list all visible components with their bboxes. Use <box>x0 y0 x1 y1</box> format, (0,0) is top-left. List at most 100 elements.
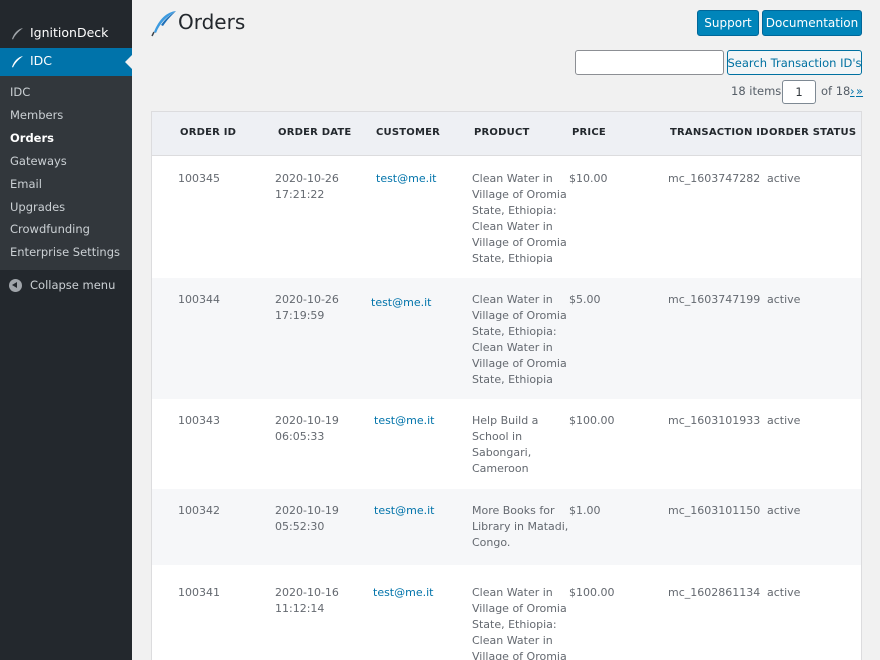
product-line: School in <box>472 430 523 443</box>
documentation-button[interactable]: Documentation <box>762 10 862 36</box>
product-line: Clean Water in <box>472 293 553 306</box>
current-page-input[interactable]: 1 <box>782 80 816 104</box>
submenu-item-email[interactable]: Email <box>10 177 42 191</box>
transaction-id-cell: mc_1602861134 <box>668 586 761 599</box>
order-date-cell: 2020-10-26 17:21:22 <box>275 171 339 203</box>
submenu-item-enterprise-settings[interactable]: Enterprise Settings <box>10 245 120 259</box>
table-row[interactable]: 100343 2020-10-19 06:05:33 test@me.it He… <box>152 399 861 489</box>
column-header-product[interactable]: PRODUCT <box>474 127 530 138</box>
product-cell: Clean Water in Village of Oromia State, … <box>472 292 567 388</box>
submenu-item-gateways[interactable]: Gateways <box>10 154 67 168</box>
customer-email-link[interactable]: test@me.it <box>371 295 431 311</box>
submenu-item-crowdfunding[interactable]: Crowdfunding <box>10 222 90 236</box>
customer-email-link[interactable]: test@me.it <box>374 503 434 519</box>
column-header-order-date[interactable]: ORDER DATE <box>278 127 351 138</box>
column-header-price[interactable]: PRICE <box>572 127 606 138</box>
transaction-id-cell: mc_1603101933 <box>668 414 761 427</box>
price-cell: $10.00 <box>569 172 608 185</box>
total-pages: of 18 <box>821 84 851 98</box>
product-line: Village of Oromia <box>472 236 567 249</box>
customer-email-link[interactable]: test@me.it <box>376 171 436 187</box>
order-id-cell: 100343 <box>178 414 220 427</box>
order-id-cell: 100344 <box>178 293 220 306</box>
product-line: Clean Water in <box>472 220 553 233</box>
product-line: More Books for <box>472 504 555 517</box>
product-line: Congo. <box>472 536 511 549</box>
order-time: 11:12:14 <box>275 602 325 615</box>
product-line: Village of Oromia <box>472 357 567 370</box>
product-line: Clean Water in <box>472 341 553 354</box>
price-cell: $5.00 <box>569 293 601 306</box>
submenu-item-members[interactable]: Members <box>10 108 63 122</box>
search-transaction-button[interactable]: Search Transaction ID's <box>727 50 862 75</box>
admin-sidebar: IgnitionDeck IDC IDC Members Orders Gate… <box>0 0 132 660</box>
product-line: Clean Water in <box>472 634 553 647</box>
product-line: State, Ethiopia: <box>472 618 557 631</box>
product-line: State, Ethiopia: <box>472 325 557 338</box>
customer-email-link[interactable]: test@me.it <box>374 413 434 429</box>
next-page-link[interactable]: › <box>850 84 855 98</box>
collapse-arrow-icon <box>9 279 22 292</box>
search-input[interactable] <box>575 50 724 75</box>
feather-icon <box>151 11 176 37</box>
status-cell: active <box>767 414 801 427</box>
sidebar-item-idc[interactable]: IDC <box>0 48 132 76</box>
order-date: 2020-10-19 <box>275 414 339 427</box>
product-line: Village of Oromia <box>472 602 567 615</box>
collapse-menu-label: Collapse menu <box>30 278 116 292</box>
product-cell: Help Build a School in Sabongari, Camero… <box>472 413 538 477</box>
product-line: Clean Water in <box>472 172 553 185</box>
product-line: Library in Matadi, <box>472 520 569 533</box>
table-row[interactable]: 100341 2020-10-16 11:12:14 test@me.it Cl… <box>152 565 861 660</box>
submenu-item-upgrades[interactable]: Upgrades <box>10 200 65 214</box>
status-cell: active <box>767 586 801 599</box>
product-cell: Clean Water in Village of Oromia State, … <box>472 171 567 267</box>
status-cell: active <box>767 504 801 517</box>
active-menu-arrow <box>125 55 132 69</box>
transaction-id-cell: mc_1603747199 <box>668 293 761 306</box>
table-row[interactable]: 100345 2020-10-26 17:21:22 test@me.it Cl… <box>152 157 861 278</box>
price-cell: $100.00 <box>569 586 615 599</box>
column-header-order-id[interactable]: ORDER ID <box>180 127 236 138</box>
last-page-link[interactable]: » <box>856 84 863 98</box>
submenu-item-orders[interactable]: Orders <box>10 131 54 145</box>
status-cell: active <box>767 293 801 306</box>
order-date: 2020-10-19 <box>275 504 339 517</box>
feather-icon <box>12 28 23 40</box>
order-date: 2020-10-16 <box>275 586 339 599</box>
order-date: 2020-10-26 <box>275 293 339 306</box>
page-title: Orders <box>178 10 246 34</box>
table-row[interactable]: 100342 2020-10-19 05:52:30 test@me.it Mo… <box>152 489 861 565</box>
customer-email-link[interactable]: test@me.it <box>373 585 433 601</box>
price-cell: $1.00 <box>569 504 601 517</box>
order-id-cell: 100342 <box>178 504 220 517</box>
product-line: Village of Oromia <box>472 650 567 660</box>
sidebar-submenu: IDC Members Orders Gateways Email Upgrad… <box>0 76 132 270</box>
product-line: Cameroon <box>472 462 529 475</box>
transaction-id-cell: mc_1603747282 <box>668 172 761 185</box>
items-count: 18 items <box>731 84 782 98</box>
column-header-transaction-id[interactable]: TRANSACTION ID <box>670 127 769 138</box>
table-row[interactable]: 100344 2020-10-26 17:19:59 test@me.it Cl… <box>152 278 861 399</box>
submenu-item-idc[interactable]: IDC <box>10 85 30 99</box>
sidebar-item-ignitiondeck[interactable]: IgnitionDeck <box>0 20 132 48</box>
column-header-customer[interactable]: CUSTOMER <box>376 127 440 138</box>
order-id-cell: 100345 <box>178 172 220 185</box>
collapse-menu-button[interactable]: Collapse menu <box>0 274 132 296</box>
table-header: ORDER ID ORDER DATE CUSTOMER PRODUCT PRI… <box>152 112 861 156</box>
column-header-order-status[interactable]: ORDER STATUS <box>769 127 856 138</box>
sidebar-item-label: IDC <box>30 53 53 68</box>
status-cell: active <box>767 172 801 185</box>
support-button[interactable]: Support <box>697 10 759 36</box>
product-line: Sabongari, <box>472 446 532 459</box>
order-date-cell: 2020-10-19 06:05:33 <box>275 413 339 445</box>
order-time: 17:19:59 <box>275 309 325 322</box>
product-cell: More Books for Library in Matadi, Congo. <box>472 503 568 551</box>
product-line: Village of Oromia <box>472 309 567 322</box>
sidebar-item-label: IgnitionDeck <box>30 25 109 40</box>
product-line: State, Ethiopia <box>472 373 553 386</box>
order-date: 2020-10-26 <box>275 172 339 185</box>
order-time: 17:21:22 <box>275 188 325 201</box>
feather-icon <box>12 56 23 68</box>
order-date-cell: 2020-10-19 05:52:30 <box>275 503 339 535</box>
